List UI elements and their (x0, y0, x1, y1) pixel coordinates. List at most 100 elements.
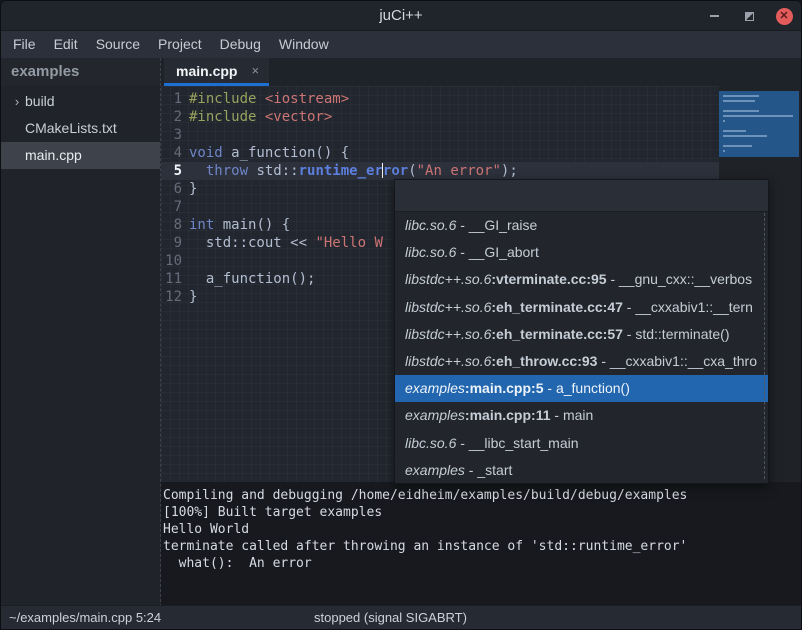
terminal-line: Hello World (163, 521, 801, 538)
sidebar-item-main-cpp[interactable]: main.cpp (1, 142, 160, 169)
code-line-1[interactable]: 1#include <iostream> (161, 90, 801, 108)
backtrace-frame[interactable]: libc.so.6 - __libc_start_main (395, 430, 768, 457)
line-number: 7 (161, 198, 189, 216)
titlebar: juCi++ ✕ (1, 1, 801, 31)
minimap-line (723, 95, 759, 97)
terminal-output[interactable]: Compiling and debugging /home/eidheim/ex… (161, 482, 801, 607)
tab-label: main.cpp (176, 63, 237, 79)
code-line-4[interactable]: 4void a_function() { (161, 144, 801, 162)
line-number: 3 (161, 126, 189, 144)
close-icon: ✕ (776, 8, 793, 25)
chevron-right-icon[interactable]: › (9, 88, 25, 115)
minimap-line (723, 130, 746, 132)
backtrace-frame[interactable]: libstdc++.so.6:vterminate.cc:95 - __gnu_… (395, 266, 768, 293)
backtrace-frame[interactable]: libstdc++.so.6:eh_throw.cc:93 - __cxxabi… (395, 348, 768, 375)
line-number: 5 (161, 162, 189, 180)
minimize-icon (710, 15, 719, 17)
project-name-header: examples (1, 58, 160, 86)
frame-library: libstdc++.so.6 (405, 326, 491, 342)
minimize-button[interactable] (705, 7, 723, 25)
code-token: #include (189, 91, 265, 107)
code-token: std:: (248, 163, 299, 179)
frame-symbol: - __cxxabiv1::__cxa_thro (597, 353, 757, 369)
tree-item-label: CMakeLists.txt (25, 115, 117, 142)
frame-library: libc.so.6 (405, 217, 456, 233)
restore-icon (745, 12, 754, 21)
backtrace-frame[interactable]: libc.so.6 - __GI_abort (395, 239, 768, 266)
terminal-line: [100%] Built target examples (163, 504, 801, 521)
code-token: ); (501, 163, 518, 179)
tree-item-label: main.cpp (25, 142, 82, 169)
code-token: ror (383, 163, 408, 179)
backtrace-frame[interactable]: libstdc++.so.6:eh_terminate.cc:47 - __cx… (395, 294, 768, 321)
code-token: main() { (214, 217, 290, 233)
code-token: std::cout << (189, 235, 315, 251)
code-token: int (189, 217, 214, 233)
popup-scrollbar[interactable] (764, 213, 765, 479)
line-number: 8 (161, 216, 189, 234)
line-number: 10 (161, 252, 189, 270)
app-window: juCi++ ✕ File Edit Source Project Debug Windo… (0, 0, 802, 630)
backtrace-popup-header (395, 180, 768, 212)
status-debug-state: stopped (signal SIGABRT) (314, 606, 467, 629)
tab-main-cpp[interactable]: main.cpp × (164, 58, 269, 86)
frame-library: libstdc++.so.6 (405, 299, 491, 315)
frame-library: examples (405, 380, 465, 396)
statusbar: ~/examples/main.cpp 5:24 stopped (signal… (1, 605, 801, 629)
code-line-3[interactable]: 3 (161, 126, 801, 144)
tab-bar: main.cpp × (161, 58, 801, 86)
minimap-line (723, 120, 725, 122)
line-number: 4 (161, 144, 189, 162)
frame-symbol: - __GI_raise (456, 217, 537, 233)
backtrace-frame[interactable]: libc.so.6 - __GI_raise (395, 212, 768, 239)
code-token: runtime_er (299, 163, 383, 179)
code-line-5[interactable]: 5 throw std::runtime_error("An error"); (161, 162, 801, 180)
frame-file-line: :main.cpp:5 (465, 380, 544, 396)
menu-item-file[interactable]: File (13, 31, 36, 58)
tab-close-icon[interactable]: × (251, 64, 259, 77)
line-content: #include <vector> (189, 108, 801, 126)
menu-item-source[interactable]: Source (96, 31, 140, 58)
menu-item-edit[interactable]: Edit (54, 31, 78, 58)
frame-file-line: :main.cpp:11 (465, 407, 551, 423)
backtrace-frame[interactable]: examples - _start (395, 457, 768, 484)
frame-library: libstdc++.so.6 (405, 271, 491, 287)
minimap-line (723, 115, 793, 117)
frame-library: libc.so.6 (405, 435, 456, 451)
menu-item-window[interactable]: Window (279, 31, 329, 58)
frame-file-line: :vterminate.cc:95 (491, 271, 606, 287)
line-content: throw std::runtime_error("An error"); (189, 162, 801, 180)
frame-symbol: - _start (465, 462, 512, 478)
frame-symbol: - __gnu_cxx::__verbos (607, 271, 753, 287)
code-token: "An error" (417, 163, 501, 179)
line-number: 1 (161, 90, 189, 108)
backtrace-frame[interactable]: examples:main.cpp:11 - main (395, 402, 768, 429)
code-token: void (189, 145, 223, 161)
menu-item-project[interactable]: Project (158, 31, 202, 58)
close-button[interactable]: ✕ (775, 7, 793, 25)
minimap-line (723, 100, 755, 102)
menu-item-debug[interactable]: Debug (220, 31, 261, 58)
minimap-viewport[interactable] (719, 91, 799, 157)
frame-symbol: - std::terminate() (623, 326, 730, 342)
file-tree: ›buildCMakeLists.txtmain.cpp (1, 86, 160, 169)
line-number: 9 (161, 234, 189, 252)
frame-symbol: - __libc_start_main (456, 435, 578, 451)
restore-button[interactable] (740, 7, 758, 25)
sidebar-item-cmakelists-txt[interactable]: CMakeLists.txt (1, 115, 160, 142)
tree-item-label: build (25, 88, 55, 115)
line-number: 12 (161, 288, 189, 306)
menubar: File Edit Source Project Debug Window (1, 31, 801, 58)
code-line-2[interactable]: 2#include <vector> (161, 108, 801, 126)
backtrace-frame[interactable]: examples:main.cpp:5 - a_function() (395, 375, 768, 402)
frame-symbol: - __GI_abort (456, 244, 539, 260)
frame-file-line: :eh_terminate.cc:57 (491, 326, 623, 342)
code-token (189, 163, 206, 179)
code-token: } (189, 181, 197, 197)
sidebar-item-build[interactable]: ›build (1, 88, 160, 115)
window-controls: ✕ (705, 1, 793, 31)
backtrace-frame[interactable]: libstdc++.so.6:eh_terminate.cc:57 - std:… (395, 321, 768, 348)
status-file-position: ~/examples/main.cpp 5:24 (9, 606, 161, 629)
code-token: "Hello W (315, 235, 382, 251)
line-content (189, 126, 801, 144)
